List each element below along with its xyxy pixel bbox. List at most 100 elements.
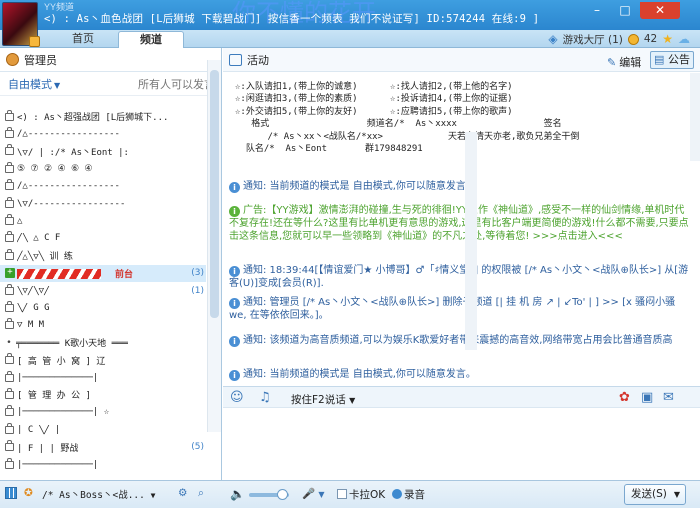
- microphone-icon[interactable]: 🎤 ▼: [302, 487, 325, 500]
- apps-grid-icon[interactable]: [5, 487, 17, 502]
- system-message: i 通知: 管理员 [/* As丶小文丶<战队⊕队长>] 删除子频道 [| 挂 机…: [229, 296, 691, 322]
- channel-row[interactable]: ⑤ ⑦ ② ④ ⑥ ④: [0, 160, 206, 177]
- activity-label[interactable]: 活动: [247, 52, 269, 68]
- tab-channel[interactable]: 频道: [118, 31, 184, 48]
- search-icon[interactable]: ⌕: [198, 487, 204, 500]
- star-icon[interactable]: ★: [662, 32, 673, 46]
- info-icon: i: [229, 298, 240, 309]
- user-status-icon[interactable]: ✪: [24, 487, 33, 499]
- channel-row[interactable]: [ 管 理 办 公 ]: [0, 386, 206, 403]
- admin-label: 管理员: [24, 53, 57, 67]
- lock-icon: [5, 248, 14, 260]
- lock-icon: [5, 387, 14, 399]
- channel-name: ⑤ ⑦ ② ④ ⑥ ④: [17, 163, 93, 174]
- channel-row[interactable]: |─────────────|: [0, 456, 206, 473]
- channel-row[interactable]: △: [0, 212, 206, 229]
- channel-name: \▽/-----------------: [17, 198, 126, 209]
- tree-scrollbar[interactable]: [207, 60, 221, 432]
- chat-bubble-icon[interactable]: ✉: [663, 390, 674, 405]
- channel-row[interactable]: /△-----------------: [0, 125, 206, 142]
- volume-slider-knob[interactable]: [277, 489, 288, 500]
- voice-user-icon[interactable]: ♫: [259, 390, 271, 405]
- channel-logo[interactable]: [2, 2, 40, 47]
- lock-icon: [5, 440, 14, 452]
- channel-name: |─────────────|: [17, 459, 99, 470]
- bottom-bar: ✪ /* As丶Boss丶<战... ▼ ⚙ ⌕ 🔈 🎤 ▼ 卡拉OK 录音 发…: [0, 480, 700, 508]
- emoji-icon[interactable]: ☺: [230, 390, 244, 405]
- channel-name: |─────────────|: [17, 372, 99, 383]
- lock-icon: [5, 196, 14, 208]
- channel-tree[interactable]: <) : As丶超强战团 [L后狮城下... /△----------------…: [0, 108, 206, 480]
- channel-row[interactable]: \▽/-----------------: [0, 195, 206, 212]
- lock-icon: [5, 161, 14, 173]
- member-count: (3): [191, 268, 204, 279]
- minimize-button[interactable]: –: [584, 2, 610, 19]
- mode-dropdown[interactable]: 自由模式 ▼: [8, 76, 60, 92]
- cloud-icon[interactable]: ☁: [678, 32, 690, 46]
- channel-name: ╲▽╱╲▽╱: [17, 285, 50, 296]
- channel-row[interactable]: ╱△╲▽╲ 训 练: [0, 247, 206, 264]
- close-button[interactable]: ✕: [640, 2, 680, 19]
- karaoke-checkbox[interactable]: 卡拉OK: [337, 487, 385, 502]
- message-text: 通知: 当前频道的模式是 自由模式,你可以随意发言。: [243, 181, 476, 192]
- channel-name-wrap: 前台: [17, 267, 191, 280]
- info-icon: i: [229, 266, 240, 277]
- channel-row[interactable]: + 前台 (3): [0, 264, 206, 282]
- maximize-button[interactable]: □: [612, 2, 638, 19]
- expand-icon[interactable]: +: [5, 268, 15, 279]
- push-to-talk-label: 按住F2说话: [291, 394, 346, 406]
- channel-row[interactable]: [ 高 管 小 窝 ] 辽: [0, 351, 206, 368]
- flower-icon[interactable]: ✿: [619, 390, 630, 405]
- coin-icon: [627, 33, 639, 45]
- info-icon: i: [229, 182, 240, 193]
- window-title: <) : As丶血色战团 [L后狮城 下载碧战门] 按信香一个频表 我们不说证写…: [44, 13, 540, 25]
- channel-name: /△-----------------: [17, 129, 120, 140]
- send-label: 发送(S): [631, 488, 667, 500]
- input-toolbar: ☺ ♫ 按住F2说话 ▼ ✿ ▣ ✉: [223, 386, 700, 408]
- message-scrollbar[interactable]: [465, 132, 477, 350]
- game-hall-link[interactable]: 游戏大厅 (1): [563, 32, 623, 47]
- notice-button[interactable]: ▤ 公告: [650, 51, 694, 69]
- channel-row[interactable]: |─────────────|: [0, 369, 206, 386]
- nickname-dropdown[interactable]: /* As丶Boss丶<战... ▼: [42, 487, 155, 501]
- admin-header[interactable]: 管理员: [0, 48, 221, 72]
- game-hall-icon[interactable]: ◈: [548, 32, 557, 46]
- channel-row[interactable]: ╱╲ △ C F: [0, 230, 206, 247]
- edit-button[interactable]: ✎ 编辑: [607, 54, 641, 70]
- message-input[interactable]: [223, 409, 700, 480]
- lock-icon: [5, 457, 14, 469]
- channel-name: ╤═══════ K歌小天地 ═══: [16, 339, 128, 350]
- channel-row[interactable]: /△-----------------: [0, 178, 206, 195]
- channel-name: 前台: [115, 269, 134, 280]
- channel-row[interactable]: |─────────────| ☆: [0, 404, 206, 421]
- record-label: 录音: [404, 489, 425, 501]
- announcement-line: ☆:闲逛请扣3,(带上你的素质) ☆:投诉请扣4,(带上你的证据): [235, 94, 513, 105]
- channel-row[interactable]: | F | | 野战 (5): [0, 438, 206, 455]
- ad-message[interactable]: i 广告:【YY游戏】激情澎湃的碰撞,生与死的徘徊!YY巨作《神仙道》,感受不一样…: [229, 204, 691, 244]
- gift-box-icon[interactable]: ▣: [641, 390, 653, 405]
- scroll-thumb[interactable]: [210, 70, 219, 318]
- record-toggle[interactable]: 录音: [392, 487, 425, 502]
- chevron-down-icon: ▼: [150, 491, 156, 500]
- channel-row[interactable]: \▽/ | :/* As丶Eont |:: [0, 143, 206, 160]
- system-message: i 通知: 该频道为高音质频道,可以为娱乐K歌爱好者带来震撼的高音效,网络带宽占用…: [229, 334, 691, 347]
- channel-row[interactable]: ▽ M M: [0, 317, 206, 334]
- settings-icon[interactable]: ⚙: [178, 487, 187, 499]
- channel-row[interactable]: ╲▽╱╲▽╱ (1): [0, 282, 206, 299]
- tab-home[interactable]: 首页: [50, 31, 116, 48]
- message-text: 广告:【YY游戏】激情澎湃的碰撞,生与死的徘徊!YY巨作《神仙道》,感受不一样的…: [229, 205, 689, 243]
- push-to-talk-dropdown[interactable]: 按住F2说话 ▼: [291, 392, 355, 407]
- announcement-scrollbar[interactable]: [690, 73, 700, 161]
- channel-name: [ 高 管 小 窝 ] 辽: [17, 356, 106, 367]
- channel-row[interactable]: • ╤═══════ K歌小天地 ═══: [0, 334, 206, 351]
- nickname-label: /* As丶Boss丶<战...: [42, 490, 145, 501]
- lock-icon: [5, 144, 14, 156]
- speaker-icon[interactable]: 🔈: [230, 487, 245, 501]
- channel-row[interactable]: | C ╲╱ |: [0, 421, 206, 438]
- lock-icon: [5, 300, 14, 312]
- channel-row[interactable]: <) : As丶超强战团 [L后狮城下...: [0, 108, 206, 125]
- chevron-down-icon: ▼: [54, 80, 61, 90]
- channel-row[interactable]: ╲╱ G G: [0, 299, 206, 316]
- title-bar[interactable]: YY频道 你不懂的花开 <) : As丶血色战团 [L后狮城 下载碧战门] 按信…: [0, 0, 700, 30]
- send-button[interactable]: 发送(S) ▼: [624, 484, 686, 505]
